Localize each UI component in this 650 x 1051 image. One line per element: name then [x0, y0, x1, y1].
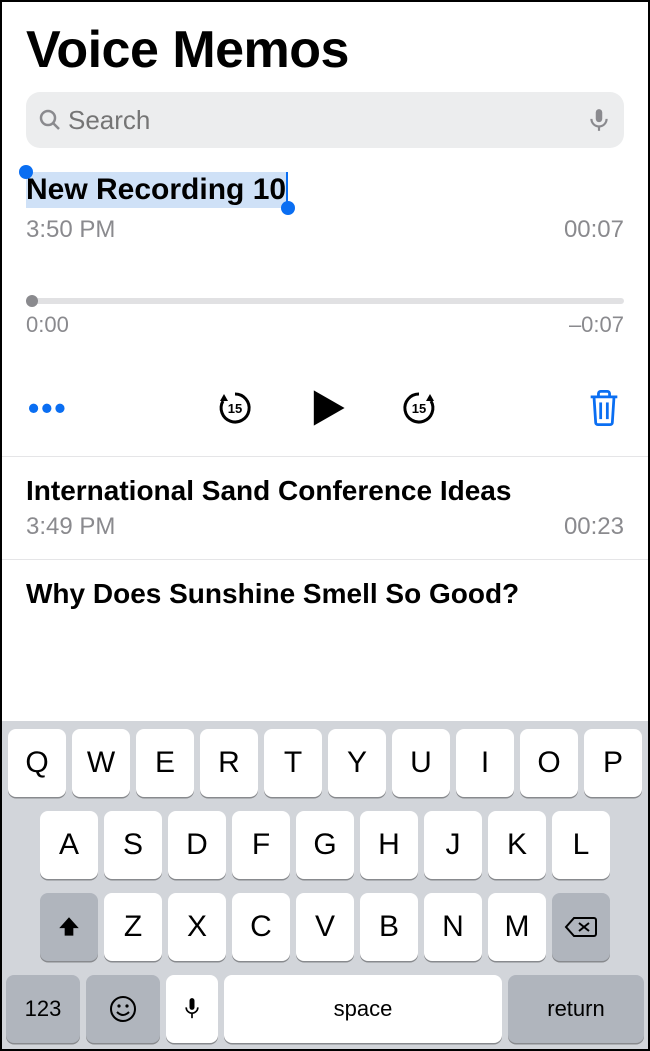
search-icon — [38, 108, 62, 132]
key-s[interactable]: S — [104, 811, 162, 879]
key-r[interactable]: R — [200, 729, 258, 797]
recording-title: International Sand Conference Ideas — [26, 475, 624, 507]
key-p[interactable]: P — [584, 729, 642, 797]
playback-scrubber[interactable] — [26, 298, 624, 304]
key-q[interactable]: Q — [8, 729, 66, 797]
shift-key[interactable] — [40, 893, 98, 961]
mic-icon — [182, 995, 202, 1023]
recording-item-expanded: New Recording 10 3:50 PM 00:07 0:00 –0:0… — [2, 148, 648, 457]
numbers-key[interactable]: 123 — [6, 975, 80, 1043]
key-m[interactable]: M — [488, 893, 546, 961]
selection-handle-end[interactable] — [281, 201, 295, 215]
on-screen-keyboard: QWERTYUIOP ASDFGHJKL ZXCVBNM 123 space r… — [2, 721, 648, 1049]
key-d[interactable]: D — [168, 811, 226, 879]
recording-item[interactable]: International Sand Conference Ideas 3:49… — [2, 457, 648, 560]
shift-icon — [56, 914, 82, 940]
recording-duration: 00:07 — [564, 216, 624, 244]
emoji-key[interactable] — [86, 975, 160, 1043]
key-j[interactable]: J — [424, 811, 482, 879]
svg-text:15: 15 — [412, 401, 426, 416]
space-key[interactable]: space — [224, 975, 502, 1043]
dictation-key[interactable] — [166, 975, 218, 1043]
key-c[interactable]: C — [232, 893, 290, 961]
remaining-time: –0:07 — [569, 312, 624, 338]
search-field[interactable] — [26, 92, 624, 148]
key-l[interactable]: L — [552, 811, 610, 879]
more-actions-button[interactable]: ••• — [28, 390, 68, 427]
recording-duration: 00:23 — [564, 513, 624, 541]
page-title: Voice Memos — [26, 20, 624, 80]
key-x[interactable]: X — [168, 893, 226, 961]
backspace-key[interactable] — [552, 893, 610, 961]
key-k[interactable]: K — [488, 811, 546, 879]
key-a[interactable]: A — [40, 811, 98, 879]
key-f[interactable]: F — [232, 811, 290, 879]
key-y[interactable]: Y — [328, 729, 386, 797]
dictate-icon[interactable] — [586, 107, 612, 133]
key-o[interactable]: O — [520, 729, 578, 797]
emoji-icon — [108, 994, 138, 1024]
search-input[interactable] — [68, 105, 586, 136]
backspace-icon — [564, 915, 598, 939]
key-u[interactable]: U — [392, 729, 450, 797]
skip-back-15-icon[interactable]: 15 — [215, 388, 255, 428]
elapsed-time: 0:00 — [26, 312, 69, 338]
recording-item[interactable]: Why Does Sunshine Smell So Good? — [2, 560, 648, 616]
key-i[interactable]: I — [456, 729, 514, 797]
delete-button[interactable] — [586, 388, 622, 428]
key-v[interactable]: V — [296, 893, 354, 961]
recording-timestamp: 3:50 PM — [26, 216, 115, 244]
scrubber-thumb[interactable] — [26, 295, 38, 307]
play-button[interactable] — [305, 386, 349, 430]
key-n[interactable]: N — [424, 893, 482, 961]
recording-title-editable[interactable]: New Recording 10 — [26, 172, 288, 208]
key-g[interactable]: G — [296, 811, 354, 879]
key-t[interactable]: T — [264, 729, 322, 797]
key-b[interactable]: B — [360, 893, 418, 961]
recording-timestamp: 3:49 PM — [26, 513, 115, 541]
key-e[interactable]: E — [136, 729, 194, 797]
skip-forward-15-icon[interactable]: 15 — [399, 388, 439, 428]
key-w[interactable]: W — [72, 729, 130, 797]
svg-text:15: 15 — [228, 401, 242, 416]
key-z[interactable]: Z — [104, 893, 162, 961]
selection-handle-start[interactable] — [19, 165, 33, 179]
recording-title: Why Does Sunshine Smell So Good? — [26, 578, 624, 610]
key-h[interactable]: H — [360, 811, 418, 879]
return-key[interactable]: return — [508, 975, 644, 1043]
